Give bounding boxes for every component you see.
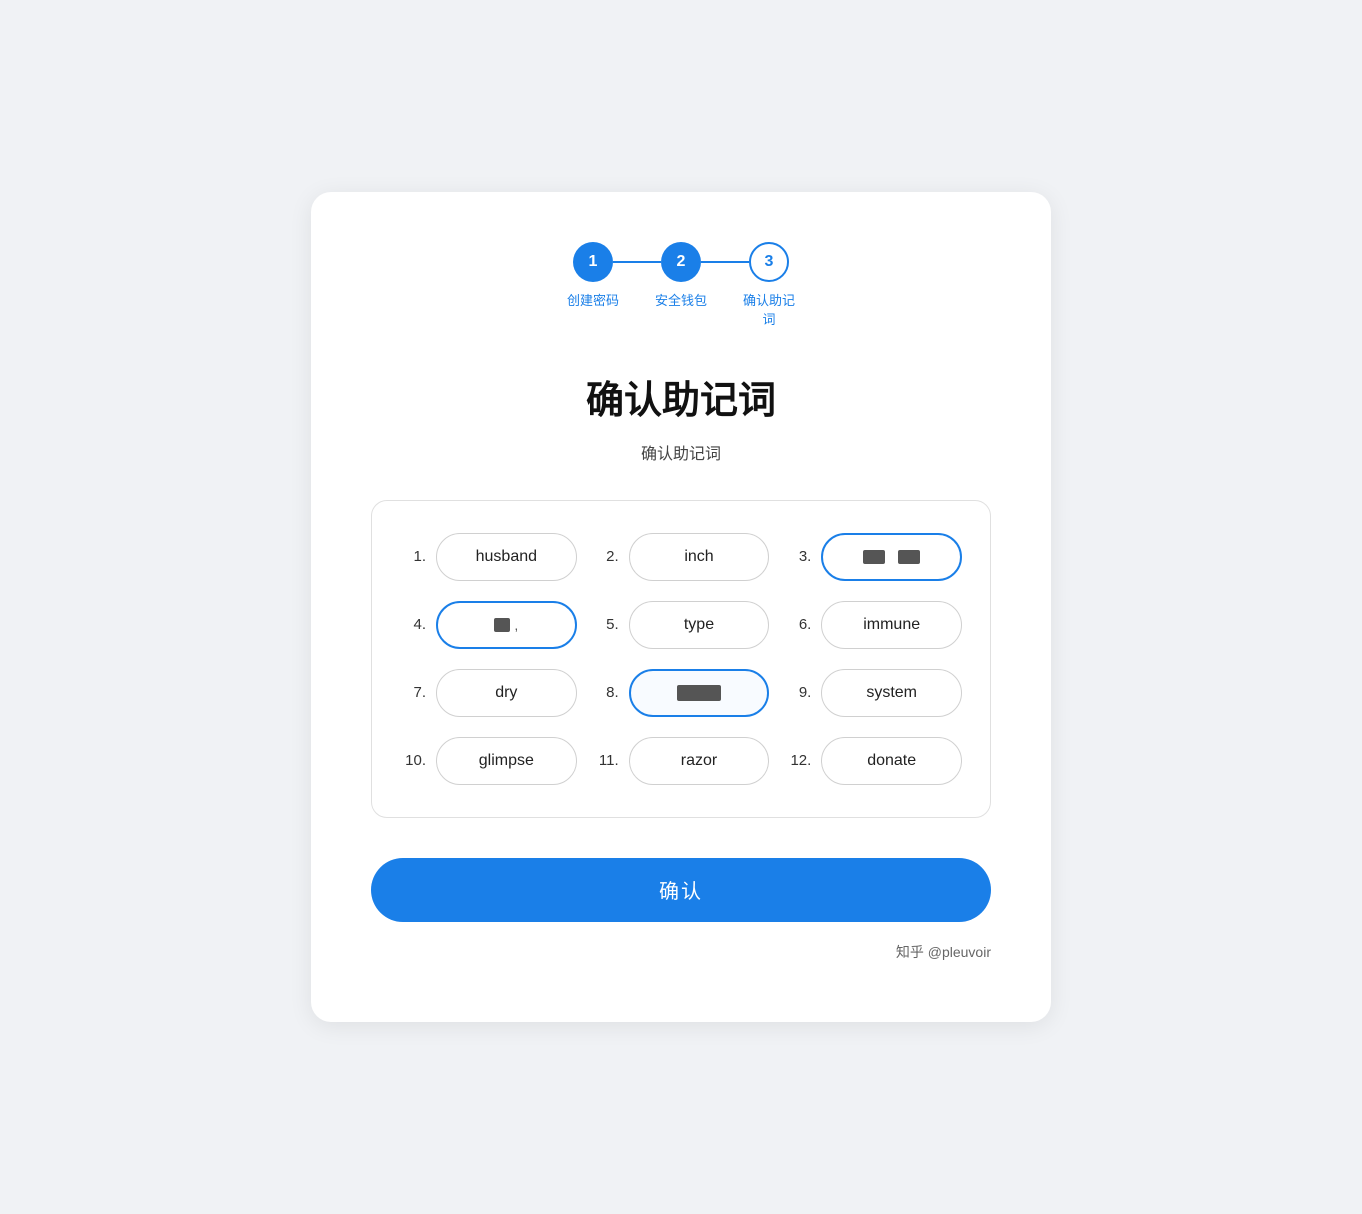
step-line-1 <box>613 261 661 263</box>
word-box-11: razor <box>629 737 770 785</box>
word-box-7: dry <box>436 669 577 717</box>
word-box-6: immune <box>821 601 962 649</box>
stepper-circles: 1 2 3 <box>573 242 789 282</box>
word-text-2: inch <box>684 548 713 566</box>
word-number-3: 3. <box>785 548 811 565</box>
word-number-12: 12. <box>785 752 811 769</box>
word-item-2: 2. inch <box>593 533 770 581</box>
space-3 <box>889 548 893 566</box>
word-box-4[interactable]: , <box>436 601 577 649</box>
word-number-6: 6. <box>785 616 811 633</box>
word-box-12: donate <box>821 737 962 785</box>
word-number-4: 4. <box>400 616 426 633</box>
confirm-button[interactable]: 确认 <box>371 858 991 922</box>
word-item-3: 3. <box>785 533 962 581</box>
step-label-2: 安全钱包 <box>637 292 725 328</box>
step-3-circle: 3 <box>749 242 789 282</box>
watermark: 知乎 @pleuvoir <box>371 942 991 962</box>
redacted-8 <box>677 685 721 701</box>
step-label-3: 确认助记 词 <box>725 292 813 328</box>
main-card: 1 2 3 创建密码 安全钱包 确认助记 词 确认助记词 确认助记词 1. hu… <box>311 192 1051 1021</box>
word-number-7: 7. <box>400 684 426 701</box>
word-item-8: 8. <box>593 669 770 717</box>
word-item-10: 10. glimpse <box>400 737 577 785</box>
word-number-1: 1. <box>400 548 426 565</box>
word-item-6: 6. immune <box>785 601 962 649</box>
cursor-4: , <box>514 617 518 633</box>
word-box-5: type <box>629 601 770 649</box>
word-number-8: 8. <box>593 684 619 701</box>
step-2-circle: 2 <box>661 242 701 282</box>
word-text-12: donate <box>867 752 916 770</box>
word-number-11: 11. <box>593 752 619 769</box>
stepper-labels: 创建密码 安全钱包 确认助记 词 <box>549 292 813 328</box>
word-item-7: 7. dry <box>400 669 577 717</box>
page-title: 确认助记词 <box>371 369 991 424</box>
word-number-5: 5. <box>593 616 619 633</box>
word-text-6: immune <box>863 616 920 634</box>
word-box-9: system <box>821 669 962 717</box>
word-text-9: system <box>866 684 917 702</box>
redacted-3a <box>863 550 885 564</box>
word-item-1: 1. husband <box>400 533 577 581</box>
word-text-10: glimpse <box>479 752 534 770</box>
word-item-9: 9. system <box>785 669 962 717</box>
step-label-1: 创建密码 <box>549 292 637 328</box>
word-text-1: husband <box>476 548 537 566</box>
word-text-7: dry <box>495 684 517 702</box>
word-item-11: 11. razor <box>593 737 770 785</box>
redacted-3b <box>898 550 920 564</box>
word-box-8[interactable] <box>629 669 770 717</box>
word-item-4: 4. , <box>400 601 577 649</box>
word-box-10: glimpse <box>436 737 577 785</box>
word-item-12: 12. donate <box>785 737 962 785</box>
step-1-circle: 1 <box>573 242 613 282</box>
words-grid: 1. husband 2. inch 3. <box>400 533 962 785</box>
word-number-10: 10. <box>400 752 426 769</box>
word-number-2: 2. <box>593 548 619 565</box>
word-text-5: type <box>684 616 714 634</box>
word-number-9: 9. <box>785 684 811 701</box>
word-text-11: razor <box>681 752 717 770</box>
redacted-4a <box>494 618 510 632</box>
page-subtitle: 确认助记词 <box>371 440 991 464</box>
words-container: 1. husband 2. inch 3. <box>371 500 991 818</box>
word-box-3[interactable] <box>821 533 962 581</box>
word-box-2: inch <box>629 533 770 581</box>
step-line-2 <box>701 261 749 263</box>
stepper: 1 2 3 创建密码 安全钱包 确认助记 词 <box>371 242 991 328</box>
word-box-1: husband <box>436 533 577 581</box>
word-item-5: 5. type <box>593 601 770 649</box>
